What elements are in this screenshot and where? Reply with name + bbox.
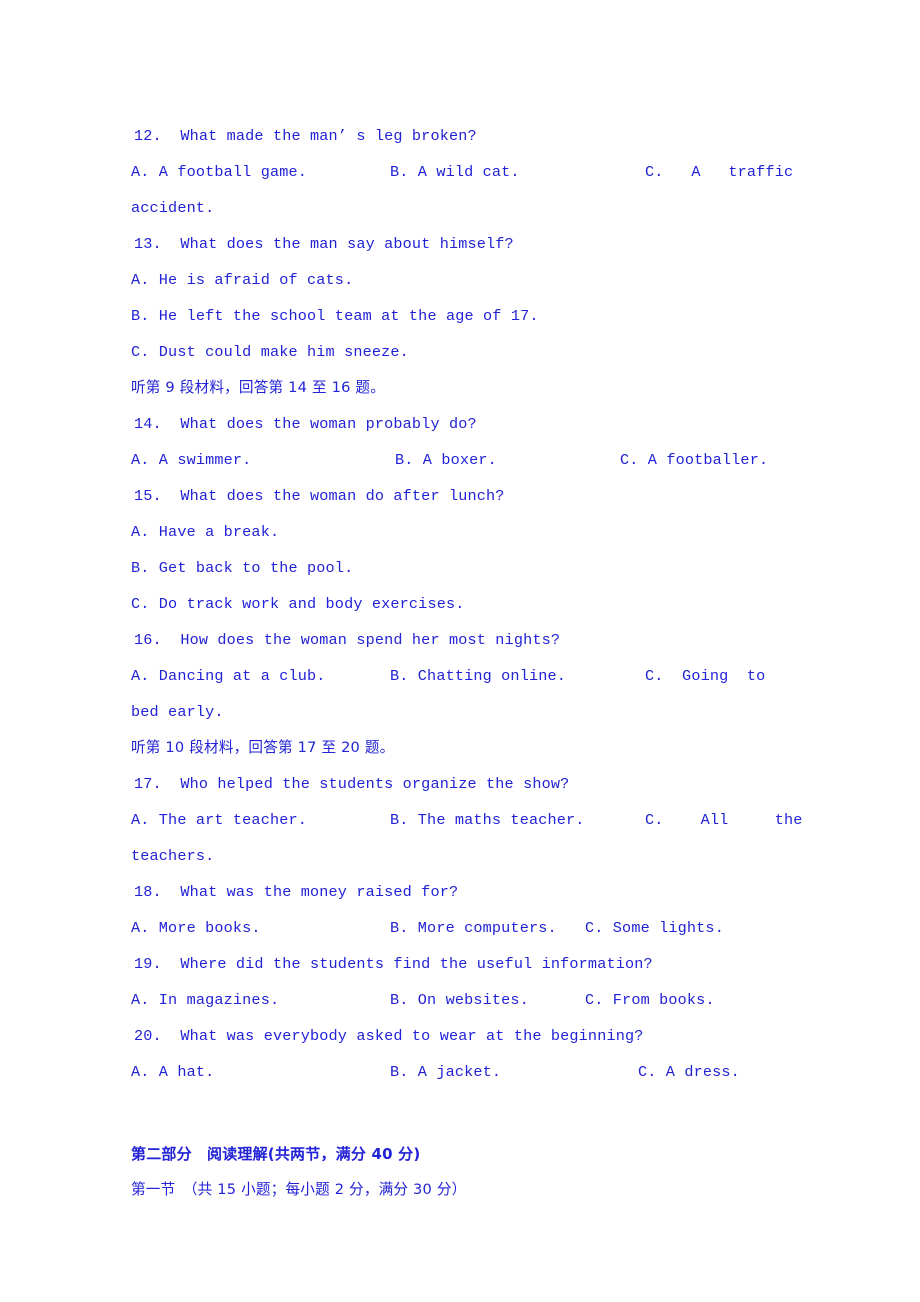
question-12-option-c[interactable]: C. A traffic: [645, 154, 793, 190]
question-17-option-c-wrap: teachers.: [131, 847, 215, 865]
listening-instruction-material-10: 听第 10 段材料，回答第 17 至 20 题。: [131, 739, 395, 756]
question-19-options: A. In magazines. B. On websites. C. From…: [131, 982, 791, 1018]
question-15-option-a[interactable]: A. Have a break.: [131, 514, 791, 550]
question-16-option-c-wrap: bed early.: [131, 703, 224, 721]
question-19-option-a[interactable]: A. In magazines.: [131, 982, 279, 1018]
question-14-stem: 14. What does the woman probably do?: [134, 415, 477, 433]
question-14-option-b[interactable]: B. A boxer.: [395, 442, 497, 478]
listening-instruction-material-9: 听第 9 段材料，回答第 14 至 16 题。: [131, 379, 385, 396]
question-17-option-b[interactable]: B. The maths teacher.: [390, 802, 585, 838]
question-13-stem: 13. What does the man say about himself?: [134, 235, 514, 253]
reading-part-heading: 第二部分 阅读理解(共两节，满分 40 分): [131, 1145, 421, 1163]
question-14-options: A. A swimmer. B. A boxer. C. A footballe…: [131, 442, 791, 478]
question-12-options: A. A football game. B. A wild cat. C. A …: [131, 154, 793, 190]
question-18-option-c[interactable]: C. Some lights.: [585, 910, 724, 946]
question-20-option-a[interactable]: A. A hat.: [131, 1054, 214, 1090]
question-12-option-b[interactable]: B. A wild cat.: [390, 154, 520, 190]
question-15-option-b[interactable]: B. Get back to the pool.: [131, 550, 791, 586]
question-17-option-a[interactable]: A. The art teacher.: [131, 802, 307, 838]
question-16-option-c[interactable]: C. Going to: [645, 658, 765, 694]
question-17-option-c[interactable]: C. All the: [645, 802, 803, 838]
reading-subsection-heading: 第一节 （共 15 小题；每小题 2 分，满分 30 分）: [131, 1181, 467, 1198]
question-12-option-a[interactable]: A. A football game.: [131, 154, 307, 190]
question-13-option-b[interactable]: B. He left the school team at the age of…: [131, 298, 791, 334]
question-14-option-c[interactable]: C. A footballer.: [620, 442, 768, 478]
question-17-options: A. The art teacher. B. The maths teacher…: [131, 802, 802, 838]
question-16-stem: 16. How does the woman spend her most ni…: [134, 631, 561, 649]
question-20-option-b[interactable]: B. A jacket.: [390, 1054, 501, 1090]
exam-content-column: 12. What made the man’ s leg broken? A. …: [131, 118, 802, 1208]
question-16-option-b[interactable]: B. Chatting online.: [390, 658, 566, 694]
question-12-stem: 12. What made the man’ s leg broken?: [134, 127, 477, 145]
question-18-stem: 18. What was the money raised for?: [134, 883, 459, 901]
question-20-options: A. A hat. B. A jacket. C. A dress.: [131, 1054, 791, 1090]
question-13-option-c[interactable]: C. Dust could make him sneeze.: [131, 334, 791, 370]
question-20-stem: 20. What was everybody asked to wear at …: [134, 1027, 644, 1045]
question-16-options: A. Dancing at a club. B. Chatting online…: [131, 658, 791, 694]
question-18-option-b[interactable]: B. More computers.: [390, 910, 557, 946]
question-19-stem: 19. Where did the students find the usef…: [134, 955, 653, 973]
question-18-option-a[interactable]: A. More books.: [131, 910, 261, 946]
question-19-option-b[interactable]: B. On websites.: [390, 982, 529, 1018]
question-14-option-a[interactable]: A. A swimmer.: [131, 442, 251, 478]
question-19-option-c[interactable]: C. From books.: [585, 982, 715, 1018]
question-18-options: A. More books. B. More computers. C. Som…: [131, 910, 791, 946]
question-12-option-c-wrap: accident.: [131, 199, 215, 217]
question-15-stem: 15. What does the woman do after lunch?: [134, 487, 505, 505]
exam-paper-page: 12. What made the man’ s leg broken? A. …: [0, 0, 920, 1302]
question-15-option-c[interactable]: C. Do track work and body exercises.: [131, 586, 791, 622]
question-13-option-a[interactable]: A. He is afraid of cats.: [131, 262, 791, 298]
question-16-option-a[interactable]: A. Dancing at a club.: [131, 658, 326, 694]
question-17-stem: 17. Who helped the students organize the…: [134, 775, 570, 793]
question-20-option-c[interactable]: C. A dress.: [638, 1054, 740, 1090]
